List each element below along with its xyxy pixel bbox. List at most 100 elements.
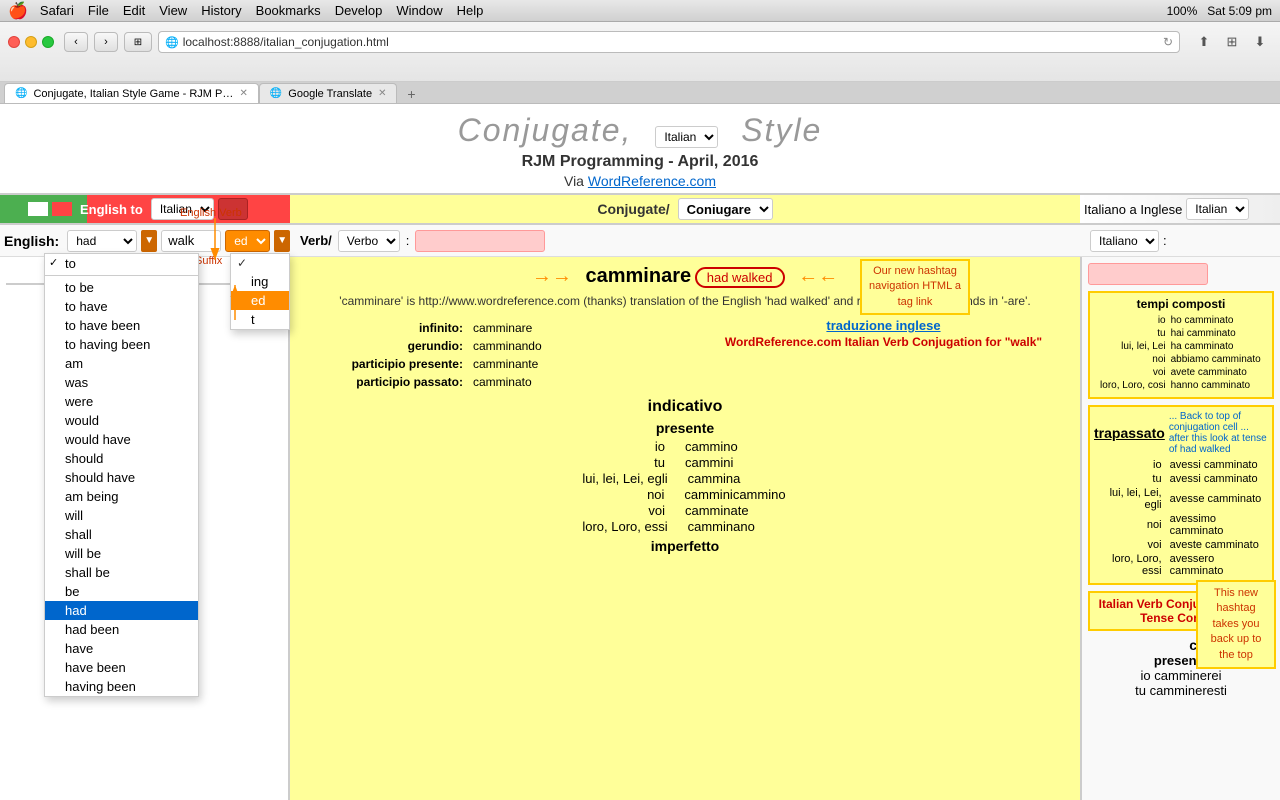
menu-bookmarks[interactable]: Bookmarks	[256, 3, 321, 18]
suffix-options-popup[interactable]: ✓ ing ed t	[230, 253, 290, 330]
dropdown-having-been[interactable]: having been	[45, 677, 198, 696]
trapassato-pronoun-voi: voi	[1096, 539, 1168, 551]
color-picker[interactable]	[218, 198, 248, 220]
share-icon[interactable]: ⬆	[1192, 32, 1216, 52]
conj-table: infinito: camminare gerundio: camminando…	[298, 318, 675, 392]
tense-select[interactable]: had	[67, 230, 137, 252]
tempi-verb-lui: ha camminato	[1171, 341, 1266, 352]
dropdown-am-being[interactable]: am being	[45, 487, 198, 506]
coniugare-dropdown[interactable]: Coniugare	[678, 198, 773, 220]
pronoun-io: io	[585, 439, 665, 454]
menu-develop[interactable]: Develop	[335, 3, 383, 18]
dropdown-should-have[interactable]: should have	[45, 468, 198, 487]
back-button[interactable]: ‹	[64, 32, 88, 52]
new-tab-button[interactable]: +	[401, 85, 421, 103]
dropdown-have[interactable]: have	[45, 639, 198, 658]
tab-title-google: Google Translate	[288, 88, 372, 100]
verb-cammini: cammini	[685, 455, 785, 470]
suffix-arrow[interactable]: ▼	[274, 230, 290, 252]
suffix-ing[interactable]: ing	[231, 272, 289, 291]
verb-input[interactable]	[415, 230, 545, 252]
dropdown-am[interactable]: am	[45, 354, 198, 373]
tu-label: tu	[1135, 683, 1146, 698]
italian-flag-white	[28, 202, 48, 216]
wordreference-link[interactable]: WordReference.com	[588, 173, 716, 189]
cammineresti: cammineresti	[1150, 683, 1227, 698]
italian-flag-green	[4, 202, 24, 216]
address-bar[interactable]: 🌐 localhost:8888/italian_conjugation.htm…	[158, 31, 1180, 53]
dropdown-would[interactable]: would	[45, 411, 198, 430]
tab-google-translate[interactable]: 🌐 Google Translate ✕	[259, 83, 398, 103]
dropdown-to[interactable]: to	[45, 254, 198, 273]
trapassato-pronoun-io: io	[1096, 459, 1168, 471]
italiano-input[interactable]	[1088, 263, 1208, 285]
menu-window[interactable]: Window	[396, 3, 442, 18]
new-tab-icon[interactable]: ⊞	[1220, 32, 1244, 52]
dropdown-was[interactable]: was	[45, 373, 198, 392]
dropdown-shall[interactable]: shall	[45, 525, 198, 544]
maximize-button[interactable]	[42, 36, 54, 48]
dropdown-have-been[interactable]: have been	[45, 658, 198, 677]
menu-file[interactable]: File	[88, 3, 109, 18]
verbo-select[interactable]: Verbo	[338, 230, 400, 252]
suffix-arrow-icon: ▼	[277, 235, 287, 246]
tab-close-google[interactable]: ✕	[378, 88, 386, 99]
dropdown-would-have[interactable]: would have	[45, 430, 198, 449]
infinito-label: infinito:	[300, 320, 467, 336]
close-button[interactable]	[8, 36, 20, 48]
tempi-pronoun-loro: loro, Loro, cosi	[1096, 380, 1169, 391]
dropdown-will-be[interactable]: will be	[45, 544, 198, 563]
tempi-section: tempi composti io ho camminato tu hai ca…	[1088, 291, 1274, 399]
verb-root-input[interactable]	[161, 230, 221, 252]
imperfetto-title: imperfetto	[298, 538, 1072, 554]
italiano-select[interactable]: Italiano	[1090, 230, 1159, 252]
part-pres-label: participio presente:	[300, 356, 467, 372]
tab-main[interactable]: 🌐 Conjugate, Italian Style Game - RJM Pr…	[4, 83, 259, 103]
traduzione-link[interactable]: traduzione inglese	[826, 318, 940, 333]
dropdown-sep1	[45, 275, 198, 276]
minimize-button[interactable]	[25, 36, 37, 48]
menu-edit[interactable]: Edit	[123, 3, 145, 18]
suffix-ed[interactable]: ed	[231, 291, 289, 310]
dropdown-be[interactable]: be	[45, 582, 198, 601]
lang-left-panel: English to Italian	[0, 195, 290, 223]
conj-row-io: io cammino	[298, 439, 1072, 454]
dropdown-will[interactable]: will	[45, 506, 198, 525]
dropdown-were[interactable]: were	[45, 392, 198, 411]
forward-button[interactable]: ›	[94, 32, 118, 52]
dropdown-to-having-been[interactable]: to having been	[45, 335, 198, 354]
tab-close-main[interactable]: ✕	[239, 88, 247, 99]
tense-dropdown-menu[interactable]: to to be to have to have been to having …	[44, 253, 199, 697]
language-dropdown[interactable]: Italian	[151, 198, 214, 220]
menu-bar-right: 100% Sat 5:09 pm	[1167, 4, 1272, 18]
trapassato-back-link[interactable]: ... Back to top of conjugation cell ... …	[1169, 411, 1268, 455]
wordref-link-text[interactable]: WordReference.com Italian Verb Conjugati…	[725, 335, 1042, 349]
dropdown-to-have[interactable]: to have	[45, 297, 198, 316]
suffix-select[interactable]: ed	[225, 230, 270, 252]
trapassato-row-loro: loro, Loro, essi avessero camminato	[1096, 553, 1266, 577]
tabs-button[interactable]: ⊞	[124, 32, 152, 52]
title-language-selector[interactable]: Italian	[655, 112, 729, 148]
menu-view[interactable]: View	[159, 3, 187, 18]
dropdown-to-have-been[interactable]: to have been	[45, 316, 198, 335]
reload-icon[interactable]: ↻	[1163, 35, 1173, 49]
browser-chrome: ‹ › ⊞ 🌐 localhost:8888/italian_conjugati…	[0, 22, 1280, 82]
downloads-icon[interactable]: ⬇	[1248, 32, 1272, 52]
dropdown-had-been[interactable]: had been	[45, 620, 198, 639]
trapassato-verb-noi: avessimo camminato	[1170, 513, 1266, 537]
menu-help[interactable]: Help	[457, 3, 484, 18]
title-lang-dropdown[interactable]: Italian	[655, 126, 718, 148]
title-post: Style	[741, 112, 822, 148]
dropdown-had[interactable]: had	[45, 601, 198, 620]
conj-row-lui: lui, lei, Lei, egli cammina	[298, 471, 1072, 486]
italiano-dropdown[interactable]: Italian	[1186, 198, 1249, 220]
menu-history[interactable]: History	[201, 3, 241, 18]
dropdown-to-be[interactable]: to be	[45, 278, 198, 297]
dropdown-shall-be[interactable]: shall be	[45, 563, 198, 582]
menu-safari[interactable]: Safari	[40, 3, 74, 18]
pronoun-loro: loro, Loro, essi	[582, 519, 667, 534]
tense-select-arrow[interactable]: ▼	[141, 230, 157, 252]
apple-menu[interactable]: 🍎	[8, 1, 28, 21]
dropdown-should[interactable]: should	[45, 449, 198, 468]
suffix-t[interactable]: t	[231, 310, 289, 329]
